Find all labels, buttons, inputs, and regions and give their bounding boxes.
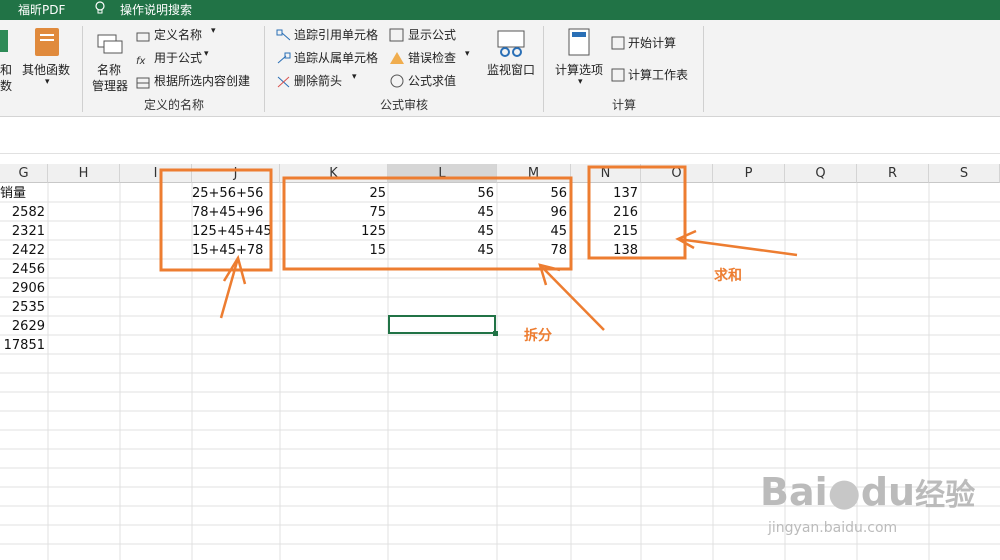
- box-split-result: [282, 176, 573, 271]
- label-split: 拆分: [524, 328, 552, 344]
- watermark-url: jingyan.baidu.com: [768, 520, 898, 536]
- watermark-brand3: 经验: [915, 478, 976, 513]
- paw-icon: ●: [827, 470, 861, 514]
- watermark-brand2: du: [860, 470, 916, 514]
- arrow-to-sum: [677, 237, 798, 257]
- watermark-logo: Bai●du经验: [760, 470, 975, 514]
- arrow-to-split: [539, 264, 605, 331]
- box-split-source: [159, 168, 273, 272]
- label-sum: 求和: [714, 268, 742, 284]
- watermark-brand: Bai: [760, 470, 828, 514]
- arrow-to-formulas: [219, 257, 240, 319]
- box-sum-result: [587, 165, 687, 260]
